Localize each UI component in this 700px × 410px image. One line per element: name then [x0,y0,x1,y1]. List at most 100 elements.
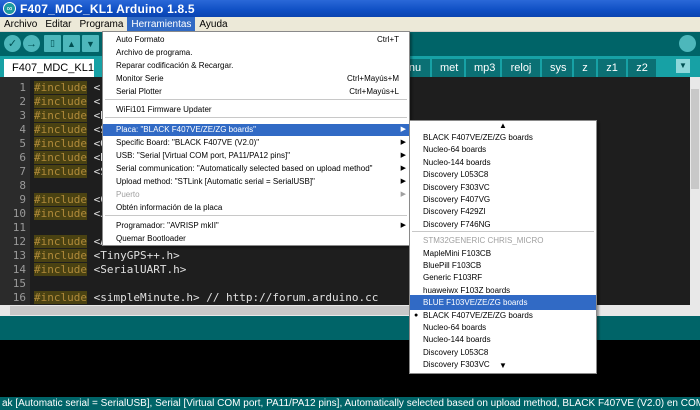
menu-ayuda[interactable]: Ayuda [195,17,231,32]
board-label: Discovery F407VG [423,195,491,204]
menu-separator [105,99,407,100]
menu-item-label: WiFi101 Firmware Updater [116,105,212,114]
tools-menu-item[interactable]: Obtén información de la placa [103,202,409,214]
tools-menu-item[interactable]: Monitor Serie Ctrl+Mayús+M [103,73,409,85]
line-number: 16 [12,291,26,304]
submenu-arrow-icon: ▶ [400,165,406,172]
line-number: 6 [19,151,26,164]
keyword: #include [34,165,87,178]
menu-shortcut: Ctrl+Mayús+L [349,87,399,96]
line-number: 2 [19,95,26,108]
line-number: 7 [19,165,26,178]
tab-menu-button[interactable]: ▼ [676,59,690,73]
file-icon: ▯ [50,38,55,48]
serial-monitor-button[interactable] [679,35,696,52]
tab-sys[interactable]: sys [542,59,572,77]
tools-menu-item: Puerto ▶ [103,189,409,201]
scroll-thumb[interactable] [691,89,699,189]
vertical-scrollbar[interactable] [690,77,700,305]
submenu-arrow-icon: ▶ [400,139,406,146]
tab-z[interactable]: z [574,59,596,77]
submenu-arrow-icon: ▶ [400,178,406,185]
line-number: 15 [12,277,26,290]
line-number: 3 [19,109,26,122]
tools-menu-item[interactable]: Upload method: "STLink [Automatic serial… [103,176,409,188]
tab-f407-mdc-kl1[interactable]: F407_MDC_KL1 [4,59,94,77]
board-label: Nucleo-144 boards [423,157,491,167]
menu-item-label: Puerto [116,190,140,199]
menu-programa[interactable]: Programa [75,17,127,32]
verify-button[interactable]: ✓ [4,35,21,52]
menu-item-label: Obtén información de la placa [116,203,223,212]
board-label: Discovery F746NG [423,219,491,229]
tab-z2[interactable]: z2 [628,59,656,77]
menu-item-label: Specific Board: "BLACK F407VE (V2.0)" [116,138,260,147]
menu-item-label: Serial Plotter [116,87,162,96]
code-text: #include <J [34,206,107,221]
line-number: 5 [19,137,26,150]
scroll-down-arrow-icon[interactable]: ▼ [410,361,596,371]
new-button[interactable]: ▯ [44,35,61,52]
arduino-logo-icon: ∞ [3,2,16,15]
menu-archivo[interactable]: Archivo [0,17,41,32]
code-rest: <TinyGPS++.h> [86,249,180,262]
keyword: #include [34,263,87,276]
board-label: Discovery F429ZI [423,207,486,217]
keyword: #include [34,235,87,248]
tools-menu-item[interactable]: Archivo de programa. [103,47,409,59]
tab-z1[interactable]: z1 [598,59,626,77]
tab-met[interactable]: met [432,59,464,77]
code-text: #include < [34,80,100,95]
board-label: STM32GENERIC CHRIS_MICRO [423,236,544,246]
tools-menu-item[interactable]: Placa: "BLACK F407VE/ZE/ZG boards" ▶ [103,124,409,136]
menu-item-label: USB: "Serial [Virtual COM port, PA11/PA1… [116,151,291,160]
tools-menu-item[interactable]: Programador: "AVRISP mkII" ▶ [103,220,409,232]
title-bar: ∞ F407_MDC_KL1 Arduino 1.8.5 [0,0,700,17]
menu-bar: Archivo Editar Programa Herramientas Ayu… [0,16,700,32]
menu-separator [412,231,594,233]
line-number: 13 [12,249,26,262]
code-text: #include <r [34,94,107,109]
keyword: #include [34,123,87,136]
tools-menu-item[interactable]: Reparar codificación & Recargar. [103,60,409,72]
open-button[interactable]: ▲ [63,35,80,52]
arrow-right-icon: → [26,37,37,50]
submenu-arrow-icon: ▶ [400,191,406,198]
tools-menu-item[interactable]: WiFi101 Firmware Updater [103,104,409,116]
keyword: #include [34,193,87,206]
save-button[interactable]: ▼ [82,35,99,52]
menu-item-label: Auto Formato [116,35,165,44]
menu-editar[interactable]: Editar [41,17,75,32]
line-number: 12 [12,235,26,248]
code-text: #include <TinyGPS++.h> [34,248,180,263]
menu-item-label: Archivo de programa. [116,48,193,57]
keyword: #include [34,137,87,150]
tools-menu-item[interactable]: Serial communication: "Automatically sel… [103,163,409,175]
keyword: #include [34,81,87,94]
code-text: #include <R [34,108,107,123]
menu-item-label: Monitor Serie [116,74,164,83]
menu-item-label: Programador: "AVRISP mkII" [116,221,219,230]
tools-menu-item[interactable]: Specific Board: "BLACK F407VE (V2.0)" ▶ [103,137,409,149]
tab-reloj[interactable]: reloj [502,59,540,77]
menu-separator [105,215,407,216]
menu-herramientas[interactable]: Herramientas [127,16,196,32]
board-label: MapleMini F103CB [423,248,492,258]
arrow-down-icon: ▼ [86,38,95,49]
menu-item-label: Reparar codificación & Recargar. [116,61,234,70]
tools-menu-item[interactable]: Auto Formato Ctrl+T [103,34,409,46]
menu-item-label: Quemar Bootloader [116,234,186,243]
keyword: #include [34,95,87,108]
line-number: 4 [19,123,26,136]
keyword: #include [34,207,87,220]
tools-menu-item[interactable]: USB: "Serial [Virtual COM port, PA11/PA1… [103,150,409,162]
tools-menu-item[interactable]: Serial Plotter Ctrl+Mayús+L [103,86,409,98]
tools-menu-item[interactable]: Quemar Bootloader [103,233,409,245]
line-number: 10 [12,207,26,220]
keyword: #include [34,291,87,304]
placa-submenu: ▲ BLACK F407VE/ZE/ZG boards Nucleo-64 boar… [409,120,597,374]
tab-mp3[interactable]: mp3 [466,59,500,77]
keyword: #include [34,109,87,122]
upload-button[interactable]: → [23,35,40,52]
board-menu-item[interactable]: Discovery F746NG [410,217,596,232]
